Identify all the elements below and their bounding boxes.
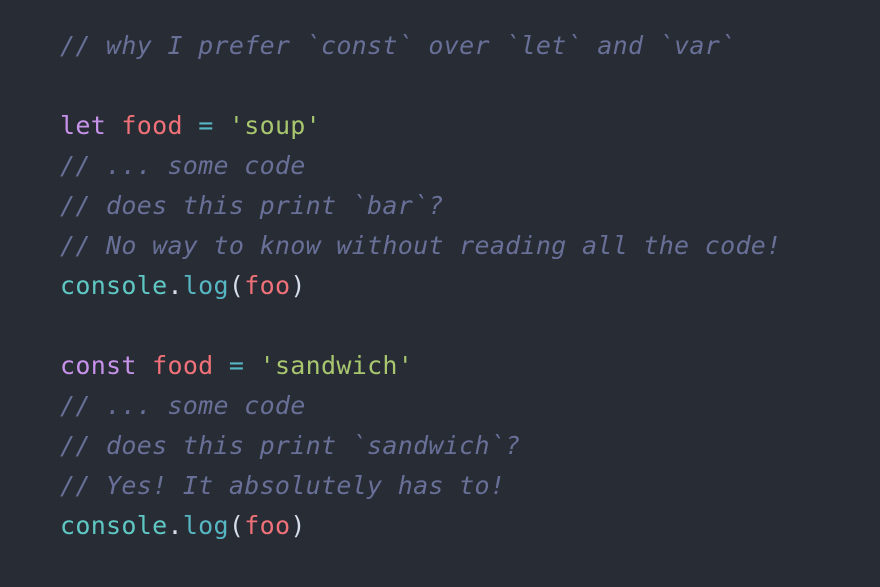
token-variable: food (121, 111, 183, 140)
token-variable: foo (244, 271, 291, 300)
code-line: // Yes! It absolutely has to! (60, 466, 880, 506)
token-punct: ( (228, 511, 245, 540)
code-line: // ... some code (60, 386, 880, 426)
token-string: 'soup' (228, 111, 322, 140)
token-comment: // ... some code (60, 151, 306, 180)
token-punct: ( (228, 271, 245, 300)
token-operator: = (198, 111, 214, 140)
token-comment: // does this print `sandwich`? (60, 431, 521, 460)
code-line: // does this print `sandwich`? (60, 426, 880, 466)
code-line: // ... some code (60, 146, 880, 186)
token-punct: . (167, 271, 183, 300)
token-keyword: const (60, 351, 137, 380)
token-property: log (182, 271, 229, 300)
code-line: console.log(foo) (60, 506, 880, 546)
token-object: console (60, 511, 168, 540)
token-punct: ) (290, 511, 306, 540)
token-comment: // why I prefer `const` over `let` and `… (60, 31, 736, 60)
token-property: log (182, 511, 229, 540)
code-line: const food = 'sandwich' (60, 346, 880, 386)
token-string: 'sandwich' (259, 351, 414, 380)
code-line: // does this print `bar`? (60, 186, 880, 226)
code-line: // No way to know without reading all th… (60, 226, 880, 266)
token-comment: // No way to know without reading all th… (60, 231, 782, 260)
token-operator: = (228, 351, 245, 380)
token-punct: ) (290, 271, 306, 300)
token-variable: foo (244, 511, 291, 540)
code-line: console.log(foo) (60, 266, 880, 306)
code-line: // why I prefer `const` over `let` and `… (60, 26, 880, 66)
token-comment: // ... some code (60, 391, 306, 420)
token-comment: // does this print `bar`? (60, 191, 444, 220)
code-line: let food = 'soup' (60, 106, 880, 146)
token-keyword: let (60, 111, 107, 140)
token-object: console (60, 271, 168, 300)
token-punct: . (167, 511, 183, 540)
token-variable: food (152, 351, 214, 380)
code-editor-surface[interactable]: // why I prefer `const` over `let` and `… (0, 0, 880, 587)
token-comment: // Yes! It absolutely has to! (60, 471, 506, 500)
